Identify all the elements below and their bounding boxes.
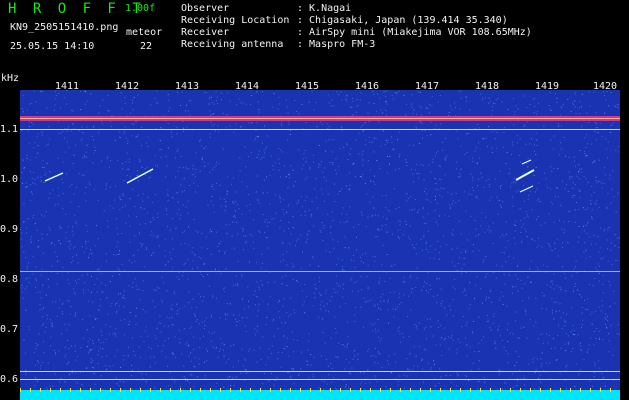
spectrogram-canvas xyxy=(20,90,620,400)
meteor-label: meteor xyxy=(126,27,163,38)
datetime-label: 25.05.15 14:10 xyxy=(10,41,95,52)
ref-line-0-8 xyxy=(20,271,620,272)
y-tick-1-1: 1.1 xyxy=(0,124,19,135)
ref-line-0-62 xyxy=(20,371,620,372)
location-value: : Chigasaki, Japan (139.414 35.340) xyxy=(297,15,508,26)
observer-value: : K.Nagai xyxy=(297,3,352,14)
ref-line-0-6 xyxy=(20,379,620,380)
file-name: KN9_2505151410.png xyxy=(10,22,119,33)
version-label: 1.00f xyxy=(125,3,156,14)
hroftt-screen: H R O F F T 1.00f KN9_2505151410.png met… xyxy=(0,0,629,400)
meteor-count: 22 xyxy=(140,41,153,52)
spectrogram-background xyxy=(20,90,620,400)
y-tick-1-0: 1.0 xyxy=(0,174,19,185)
observer-label: Observer xyxy=(181,3,230,14)
receiver-label: Receiver xyxy=(181,27,230,38)
antenna-label: Receiving antenna xyxy=(181,39,284,50)
y-tick-0-6: 0.6 xyxy=(0,374,19,385)
spectrogram-plot xyxy=(20,90,620,400)
ref-line-1-1 xyxy=(20,129,620,130)
y-tick-0-8: 0.8 xyxy=(0,274,19,285)
location-label: Receiving Location xyxy=(181,15,290,26)
y-axis-unit: kHz xyxy=(1,73,20,84)
y-tick-0-9: 0.9 xyxy=(0,224,19,235)
carrier-core xyxy=(20,118,620,119)
receiver-value: : AirSpy mini (Miakejima VOR 108.65MHz) xyxy=(297,27,532,38)
antenna-value: : Maspro FM-3 xyxy=(297,39,376,50)
y-tick-0-7: 0.7 xyxy=(0,324,19,335)
